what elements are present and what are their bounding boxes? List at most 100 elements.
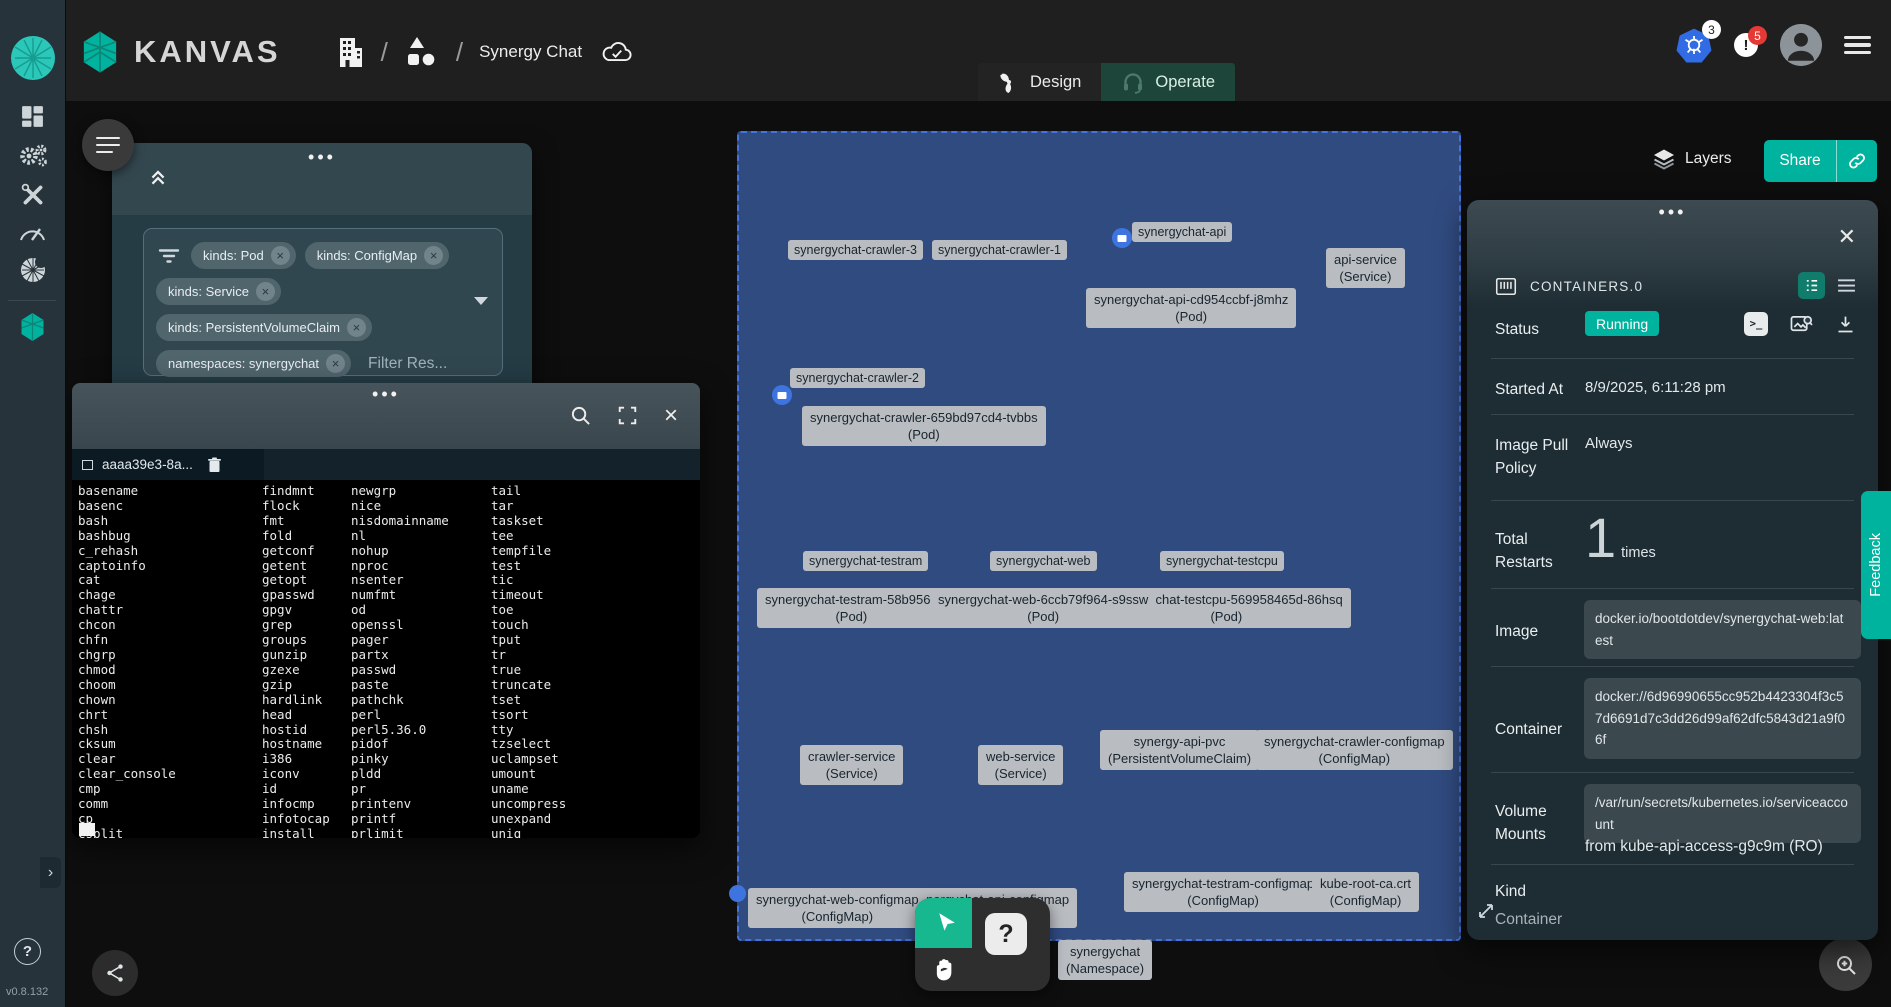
sidebar-item-settings[interactable]	[0, 142, 65, 169]
field-value: 8/9/2025, 6:11:28 pm	[1585, 379, 1726, 396]
filter-chip[interactable]: kinds: ConfigMap ×	[305, 242, 449, 269]
field-label: Image	[1495, 620, 1538, 643]
left-rail	[0, 0, 66, 1007]
brand-name[interactable]: KANVAS	[134, 34, 281, 70]
hand-tool-button[interactable]	[915, 948, 972, 991]
resource-graph-button[interactable]	[92, 950, 138, 996]
node-label-api-service[interactable]: api-service (Service)	[1326, 248, 1405, 288]
chevron-down-icon[interactable]	[474, 297, 488, 305]
sidebar-item-dashboard[interactable]	[0, 104, 65, 129]
filter-chip[interactable]: kinds: Pod ×	[191, 242, 296, 269]
tab-operate[interactable]: Operate	[1101, 63, 1235, 101]
kubernetes-context-button[interactable]: 3	[1676, 27, 1712, 63]
pod-label[interactable]: synergychat-crawler-2	[790, 368, 925, 388]
share-button-group: Share	[1764, 140, 1877, 182]
node-label-api-pvc[interactable]: synergy-api-pvc (PersistentVolumeClaim)	[1100, 730, 1259, 770]
workspace-shapes-icon[interactable]	[404, 36, 440, 68]
field-label: Started At	[1495, 378, 1563, 401]
node-label-web-configmap[interactable]: synergychat-web-configmap (ConfigMap)	[748, 888, 927, 928]
field-value-box[interactable]: /var/run/secrets/kubernetes.io/serviceac…	[1584, 784, 1861, 843]
trash-icon[interactable]	[208, 457, 221, 472]
node-label-testram-pod[interactable]: synergychat-testram-58b9567 (Pod)	[757, 588, 946, 628]
sidebar-item-performance[interactable]	[0, 222, 65, 242]
filter-chip[interactable]: kinds: PersistentVolumeClaim ×	[156, 314, 372, 341]
kanvas-logo-icon[interactable]	[80, 30, 120, 74]
rail-expand-chevron[interactable]: ›	[40, 857, 61, 888]
copy-link-button[interactable]	[1837, 140, 1877, 182]
node-label-kube-root-ca[interactable]: kube-root-ca.crt (ConfigMap)	[1312, 872, 1419, 912]
tab-design[interactable]: Design	[978, 63, 1101, 101]
breadcrumb-separator: /	[454, 37, 465, 68]
node-label-api-pod[interactable]: synergychat-api-cd954ccbf-j8mhz (Pod)	[1086, 288, 1296, 328]
drag-handle-icon[interactable]: •••	[1467, 200, 1878, 217]
remove-chip-icon[interactable]: ×	[347, 318, 366, 337]
field-value-box[interactable]: docker://6d96990655cc952b4423304f3c57d66…	[1584, 678, 1861, 759]
pod-label[interactable]: synergychat-api	[1132, 222, 1232, 242]
meshery-logo-icon[interactable]	[0, 36, 65, 80]
pod-label[interactable]: synergychat-crawler-1	[932, 240, 1067, 260]
sidebar-item-mesh[interactable]	[0, 255, 65, 285]
pod-label[interactable]: synergychat-testram	[803, 551, 928, 571]
remove-chip-icon[interactable]: ×	[326, 354, 345, 373]
canvas-help-button[interactable]: ?	[985, 913, 1027, 955]
filter-chip[interactable]: namespaces: synergychat ×	[156, 350, 351, 377]
pod-label[interactable]: synergychat-testcpu	[1160, 551, 1284, 571]
terminal-header[interactable]: ••• ×	[72, 383, 700, 449]
drag-handle-icon[interactable]: •••	[72, 383, 700, 399]
layers-button[interactable]: Layers	[1652, 147, 1732, 171]
zoom-in-button[interactable]	[1819, 938, 1872, 991]
cloud-sync-icon	[600, 40, 634, 65]
node-label-web-service[interactable]: web-service (Service)	[978, 745, 1063, 785]
close-icon[interactable]: ✕	[1838, 226, 1856, 248]
filter-menu-button[interactable]	[82, 119, 134, 171]
help-button[interactable]: ?	[14, 938, 41, 965]
field-value-box[interactable]: docker.io/bootdotdev/synergychat-web:lat…	[1584, 600, 1861, 659]
node-label-testram-configmap[interactable]: synergychat-testram-configmap (ConfigMap…	[1124, 872, 1322, 912]
version-label: v0.8.132	[6, 986, 48, 998]
remove-chip-icon[interactable]: ×	[256, 282, 275, 301]
node-label-namespace[interactable]: synergychat (Namespace)	[1058, 940, 1152, 980]
notification-button[interactable]: ! 5	[1734, 33, 1758, 57]
resize-icon[interactable]	[1477, 902, 1495, 920]
details-panel: ••• ✕ CONTAINERS.0 Status Running	[1467, 200, 1878, 940]
avatar[interactable]	[1780, 24, 1822, 66]
filter-panel: ••• kinds: Pod × kinds: ConfigMap × kind…	[112, 143, 532, 395]
sidebar-item-kanvas-active[interactable]	[0, 312, 65, 342]
terminal-tab[interactable]: aaaa39e3-8a...	[72, 449, 264, 480]
fullscreen-icon[interactable]	[618, 406, 637, 425]
download-icon[interactable]	[1835, 314, 1856, 335]
filter-panel-header[interactable]: •••	[112, 143, 532, 215]
remove-chip-icon[interactable]: ×	[424, 246, 443, 265]
cursor-tool-button[interactable]	[915, 898, 972, 948]
list-view-button[interactable]	[1837, 278, 1856, 293]
image-search-icon[interactable]	[1790, 314, 1813, 335]
menu-icon[interactable]	[1844, 31, 1871, 59]
open-terminal-button[interactable]: >_	[1744, 312, 1768, 336]
feedback-tab[interactable]: Feedback	[1861, 491, 1891, 639]
terminal-window: ••• × aaaa39e3-8a... basename base	[72, 383, 700, 838]
node-label-crawler-configmap[interactable]: synergychat-crawler-configmap (ConfigMap…	[1256, 730, 1453, 770]
terminal-output[interactable]: basename basenc bash bashbug c_rehash ca…	[72, 480, 700, 838]
drag-handle-icon[interactable]: •••	[112, 143, 532, 162]
node-label-crawler-pod[interactable]: synergychat-crawler-659bd97cd4-tvbbs (Po…	[802, 406, 1046, 446]
node-label-crawler-service[interactable]: crawler-service (Service)	[800, 745, 903, 785]
app-header: KANVAS / / Synergy Chat 3 ! 5	[0, 0, 1891, 101]
tree-view-button[interactable]	[1798, 272, 1825, 299]
remove-chip-icon[interactable]: ×	[271, 246, 290, 265]
collapse-icon[interactable]	[148, 167, 168, 187]
filter-input-area[interactable]: kinds: Pod × kinds: ConfigMap × kinds: S…	[143, 228, 503, 376]
project-name[interactable]: Synergy Chat	[479, 42, 582, 62]
organization-icon[interactable]	[335, 35, 365, 69]
filter-funnel-icon	[156, 248, 182, 264]
filter-input-placeholder[interactable]: Filter Res...	[360, 355, 447, 373]
pod-label[interactable]: synergychat-web	[990, 551, 1097, 571]
details-panel-header[interactable]: ••• ✕ CONTAINERS.0	[1467, 200, 1878, 308]
share-button[interactable]: Share	[1764, 140, 1837, 182]
sidebar-item-tools[interactable]	[0, 182, 65, 208]
tab-design-label: Design	[1030, 73, 1081, 92]
node-label-web-pod[interactable]: synergychat-web-6ccb79f964-s9ssw (Pod)	[930, 588, 1156, 628]
filter-chip[interactable]: kinds: Service ×	[156, 278, 281, 305]
pod-label[interactable]: synergychat-crawler-3	[788, 240, 923, 260]
search-icon[interactable]	[570, 405, 591, 426]
close-icon[interactable]: ×	[664, 407, 678, 425]
